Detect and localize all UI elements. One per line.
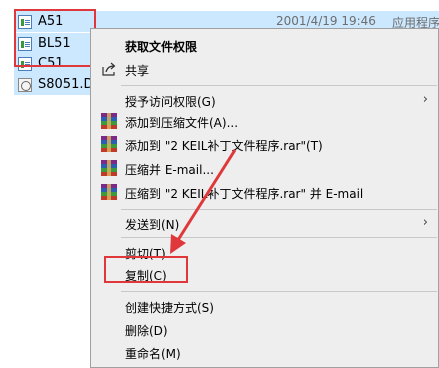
chevron-right-icon: › [422,92,428,107]
selection-highlight-box [14,9,96,67]
menu-item-label: 添加到压缩文件(A)... [125,116,239,130]
menu-separator [121,209,437,210]
menu-item-take-ownership[interactable]: 获取文件权限 [91,34,438,56]
winrar-icon [101,160,117,176]
menu-item-label: 压缩并 E-mail... [125,163,214,177]
menu-item-add-to-rar[interactable]: 添加到 "2 KEIL补丁文件程序.rar"(T) [91,133,438,155]
context-menu: 获取文件权限 共享 授予访问权限(G) › 添加到压缩文件(A)... 添加到 … [90,28,439,368]
winrar-icon [101,136,117,152]
dll-file-icon [18,77,32,92]
menu-item-label: 压缩到 "2 KEIL补丁文件程序.rar" 并 E-mail [125,187,364,201]
menu-item-label: 授予访问权限(G) [125,95,216,109]
menu-item-share[interactable]: 共享 [91,58,438,80]
menu-item-delete[interactable]: 删除(D) [91,318,438,340]
menu-item-label: 重命名(M) [125,347,181,361]
file-name: S8051.DL [38,77,94,92]
winrar-icon [101,184,117,200]
chevron-right-icon: › [422,215,428,230]
winrar-icon [101,113,117,129]
menu-item-rename[interactable]: 重命名(M) [91,341,438,363]
menu-item-label: 共享 [125,64,150,78]
menu-item-create-shortcut[interactable]: 创建快捷方式(S) [91,295,438,317]
menu-item-send-to[interactable]: 发送到(N) › [91,212,438,234]
menu-item-label: 获取文件权限 [125,40,198,54]
copy-highlight-box [104,256,188,283]
menu-item-compress-email[interactable]: 压缩并 E-mail... [91,157,438,179]
menu-separator [121,85,437,86]
modified-date: 2001/4/19 19:46 [276,14,376,28]
menu-item-grant-access[interactable]: 授予访问权限(G) › [91,89,438,111]
menu-item-label: 创建快捷方式(S) [125,301,214,315]
menu-item-compress-rar-email[interactable]: 压缩到 "2 KEIL补丁文件程序.rar" 并 E-mail [91,181,438,203]
share-icon [102,62,116,76]
menu-item-add-archive[interactable]: 添加到压缩文件(A)... [91,110,438,132]
menu-item-label: 删除(D) [125,324,168,338]
menu-item-label: 添加到 "2 KEIL补丁文件程序.rar"(T) [125,139,323,153]
file-row-s8051[interactable]: S8051.DL [14,74,94,95]
menu-separator [121,237,437,238]
menu-item-label: 发送到(N) [125,218,180,232]
menu-separator [121,291,437,292]
